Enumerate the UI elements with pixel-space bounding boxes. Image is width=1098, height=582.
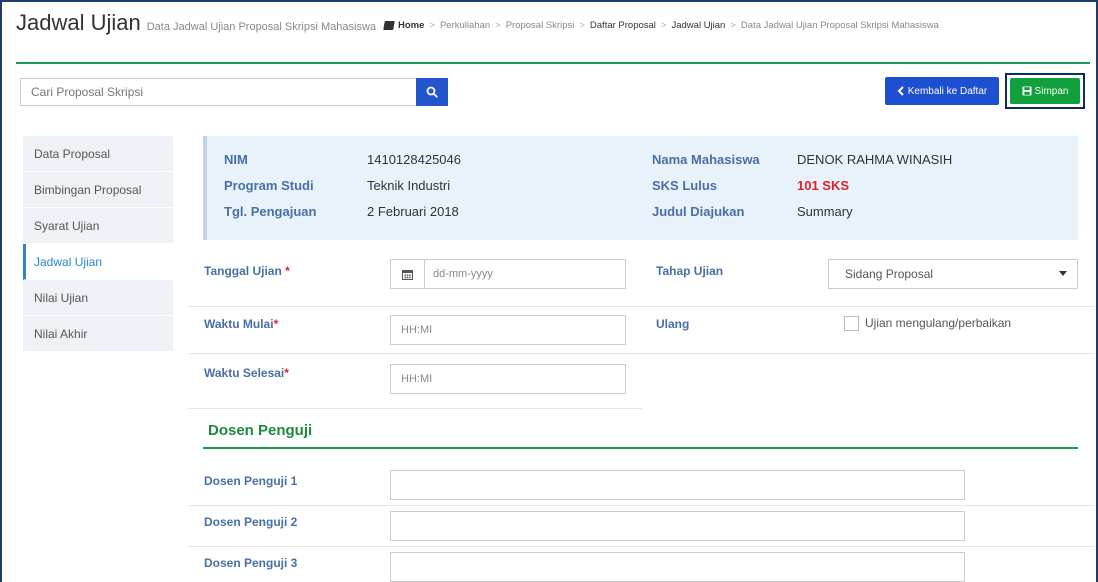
sidebar-item-nilai-akhir[interactable]: Nilai Akhir: [23, 316, 173, 352]
program-studi-label: Program Studi: [224, 178, 314, 193]
ulang-checkbox-label[interactable]: Ujian mengulang/perbaikan: [865, 316, 1011, 330]
chevron-left-icon: [897, 86, 904, 96]
tahap-ujian-label: Tahap Ujian: [656, 264, 724, 278]
sidebar-item-syarat-ujian[interactable]: Syarat Ujian: [23, 208, 173, 244]
judul-diajukan-value: Summary: [797, 204, 853, 219]
save-button[interactable]: Simpan: [1010, 78, 1080, 104]
save-icon: [1022, 86, 1032, 96]
required-mark: *: [284, 366, 289, 380]
header-divider: [16, 62, 1090, 64]
waktu-mulai-label-text: Waktu Mulai: [204, 317, 274, 331]
row-divider: [188, 353, 642, 354]
calendar-icon[interactable]: [391, 260, 425, 288]
book-icon: [383, 21, 395, 30]
dosen-penguji-heading: Dosen Penguji: [208, 422, 313, 439]
dosen-penguji-1-label: Dosen Penguji 1: [204, 474, 298, 488]
sidebar-item-bimbingan-proposal[interactable]: Bimbingan Proposal: [23, 172, 173, 208]
breadcrumb-separator: >: [429, 20, 435, 31]
dosen-penguji-3-label: Dosen Penguji 3: [204, 556, 298, 570]
search-icon: [426, 86, 438, 98]
row-divider: [188, 546, 1094, 547]
tgl-pengajuan-label: Tgl. Pengajuan: [224, 204, 317, 219]
breadcrumb-separator: >: [660, 20, 667, 31]
breadcrumb-jadwal-ujian[interactable]: Jadwal Ujian: [671, 20, 725, 31]
judul-diajukan-label: Judul Diajukan: [652, 204, 745, 219]
row-divider: [188, 306, 642, 307]
sks-lulus-label: SKS Lulus: [652, 178, 718, 193]
breadcrumb-perkuliahan[interactable]: Perkuliahan: [440, 20, 490, 31]
breadcrumb-current: Data Jadwal Ujian Proposal Skripsi Mahas…: [740, 20, 939, 31]
dosen-penguji-1-input[interactable]: [390, 470, 965, 500]
ulang-label: Ulang: [656, 317, 690, 331]
row-divider: [188, 408, 642, 409]
nama-mahasiswa-label: Nama Mahasiswa: [652, 152, 760, 167]
caret-down-icon: [1059, 271, 1067, 276]
waktu-mulai-input[interactable]: [390, 315, 626, 345]
tanggal-ujian-label: Tanggal Ujian *: [204, 264, 290, 278]
row-divider: [642, 306, 1094, 307]
tgl-pengajuan-value: 2 Februari 2018: [367, 204, 459, 219]
sidebar-item-data-proposal[interactable]: Data Proposal: [23, 136, 173, 172]
row-divider: [642, 353, 1094, 354]
search-button[interactable]: [416, 78, 448, 106]
breadcrumb-separator: >: [579, 20, 585, 31]
student-info-panel: NIM 1410128425046 Program Studi Teknik I…: [203, 136, 1078, 240]
tanggal-ujian-label-text: Tanggal Ujian: [204, 264, 282, 278]
breadcrumb: Home > Perkuliahan > Proposal Skripsi > …: [383, 20, 939, 31]
required-mark: *: [273, 317, 279, 331]
sidebar-item-nilai-ujian[interactable]: Nilai Ujian: [23, 280, 173, 316]
search-bar: [20, 78, 451, 106]
search-input[interactable]: [20, 78, 416, 106]
waktu-mulai-label: Waktu Mulai*: [204, 317, 278, 331]
waktu-selesai-label-text: Waktu Selesai: [204, 366, 285, 380]
program-studi-value: Teknik Industri: [367, 178, 451, 193]
waktu-selesai-label: Waktu Selesai*: [204, 366, 289, 380]
breadcrumb-separator: >: [730, 20, 736, 31]
app-frame: Jadwal Ujian Data Jadwal Ujian Proposal …: [0, 0, 1098, 582]
page-title: Jadwal Ujian: [16, 10, 141, 35]
ulang-checkbox[interactable]: [844, 316, 859, 331]
waktu-selesai-input[interactable]: [390, 364, 626, 394]
breadcrumb-home[interactable]: Home: [398, 20, 424, 31]
sidebar-item-jadwal-ujian[interactable]: Jadwal Ujian: [23, 244, 173, 280]
tanggal-ujian-input[interactable]: [425, 260, 625, 288]
save-button-label: Simpan: [1034, 85, 1069, 97]
page-header: Jadwal Ujian Data Jadwal Ujian Proposal …: [16, 10, 939, 40]
breadcrumb-proposal-skripsi[interactable]: Proposal Skripsi: [506, 20, 575, 31]
breadcrumb-daftar-proposal[interactable]: Daftar Proposal: [590, 20, 656, 31]
tahap-ujian-value: Sidang Proposal: [845, 267, 934, 281]
tahap-ujian-select[interactable]: Sidang Proposal: [828, 259, 1078, 289]
required-mark: *: [285, 264, 290, 278]
nim-value: 1410128425046: [367, 152, 461, 167]
back-to-list-button[interactable]: Kembali ke Daftar: [885, 77, 999, 105]
section-divider: [203, 447, 1078, 449]
breadcrumb-separator: >: [495, 20, 501, 31]
sidebar: Data Proposal Bimbingan Proposal Syarat …: [23, 136, 173, 352]
dosen-penguji-2-label: Dosen Penguji 2: [204, 515, 298, 529]
tanggal-ujian-field: [390, 259, 626, 289]
dosen-penguji-2-input[interactable]: [390, 511, 965, 541]
row-divider: [188, 505, 1094, 506]
dosen-penguji-3-input[interactable]: [390, 552, 965, 582]
nama-mahasiswa-value: DENOK RAHMA WINASIH: [797, 152, 953, 167]
nim-label: NIM: [224, 152, 248, 167]
page-subtitle: Data Jadwal Ujian Proposal Skripsi Mahas…: [146, 21, 376, 33]
back-button-label: Kembali ke Daftar: [907, 85, 988, 97]
sks-lulus-value: 101 SKS: [797, 178, 850, 193]
